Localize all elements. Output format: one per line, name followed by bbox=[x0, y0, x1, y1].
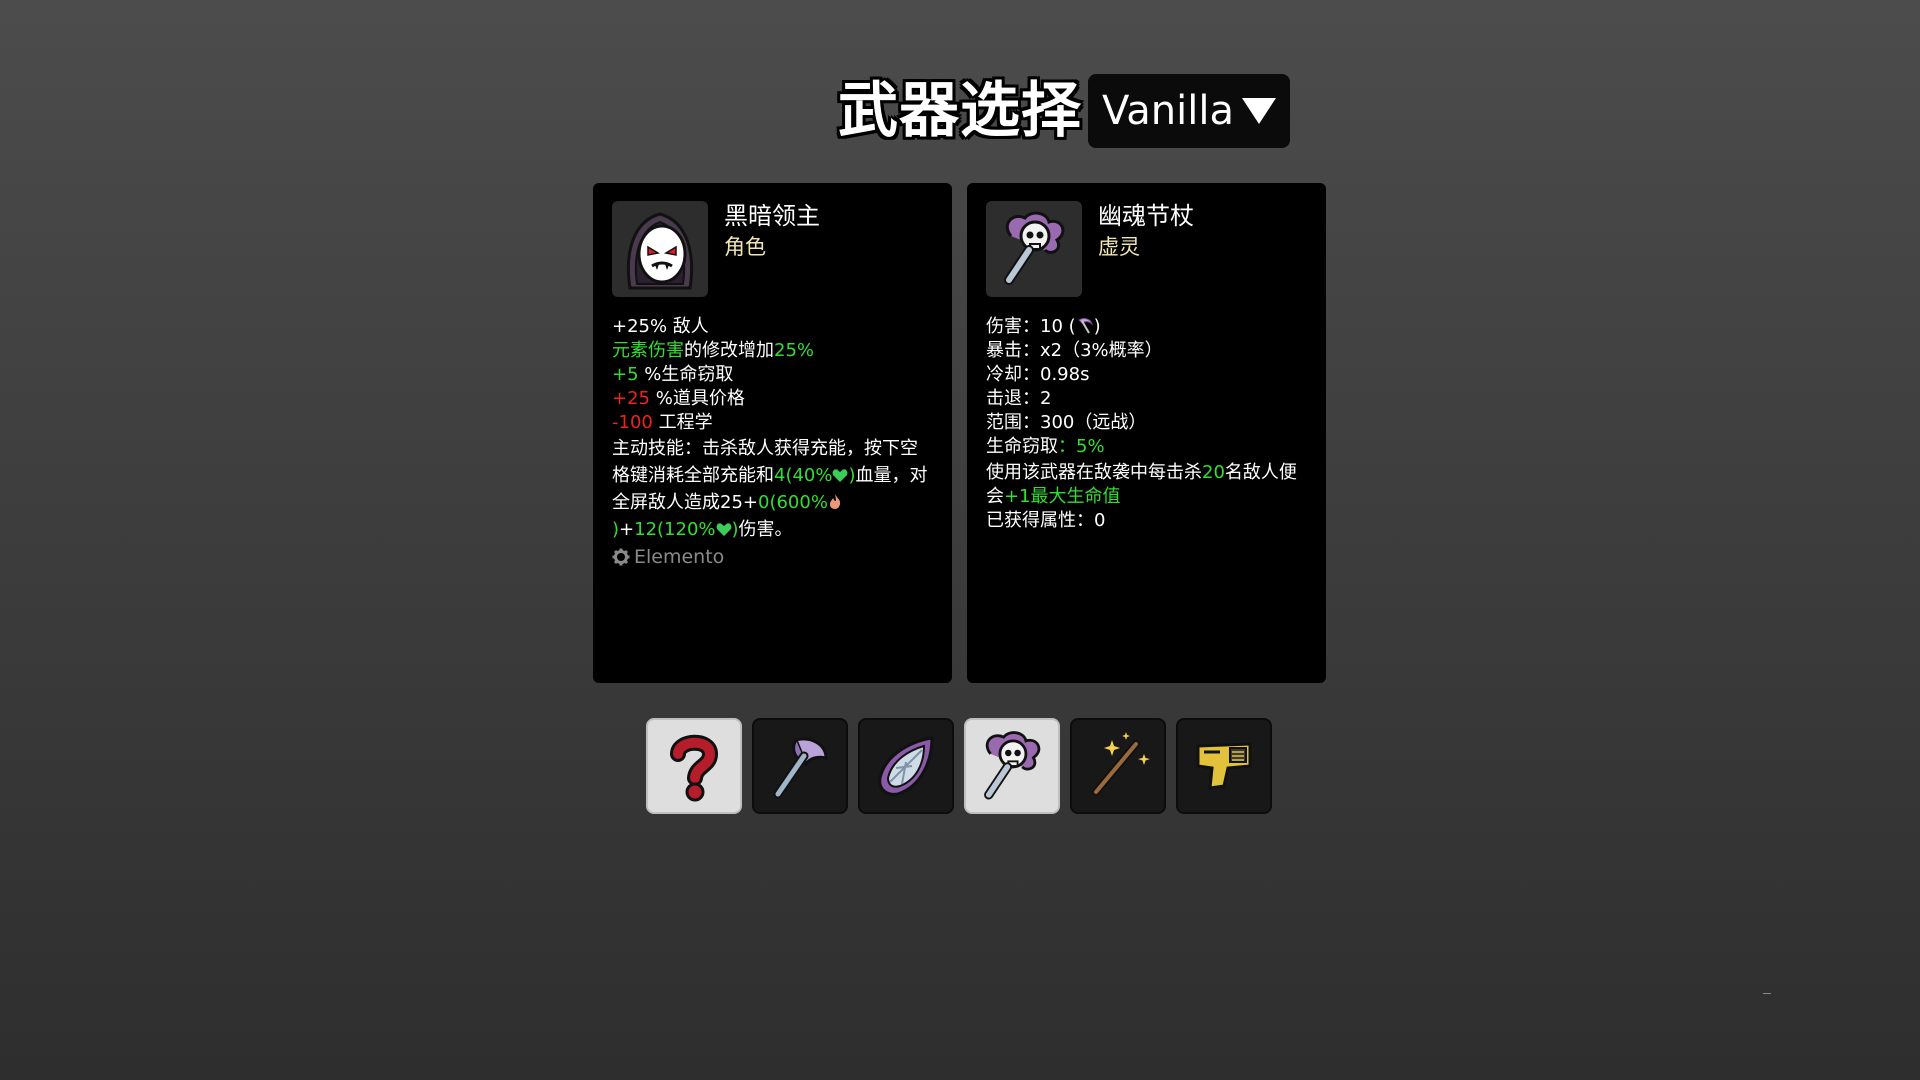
effect-value: +1最大生命值 bbox=[1004, 486, 1121, 507]
skill-text: + bbox=[619, 519, 635, 540]
weapon-header: 幽魂节杖 虚灵 bbox=[986, 201, 1307, 297]
stat-label: 范围 bbox=[986, 412, 1022, 433]
stat-line: +25 %道具价格 bbox=[612, 387, 933, 411]
weapon-type: 虚灵 bbox=[1098, 235, 1140, 259]
active-skill-description: 主动技能：击杀敌人获得充能，按下空格键消耗全部充能和4(40%)血量，对全屏敌人… bbox=[612, 435, 933, 543]
stat-line: -100 工程学 bbox=[612, 411, 933, 435]
stat-value: ：300（远战） bbox=[1022, 412, 1147, 433]
mod-source: Elemento bbox=[612, 545, 933, 569]
header: 武器选择 Vanilla bbox=[838, 74, 1290, 148]
dark-lord-icon bbox=[626, 212, 694, 290]
stat-text: +25% 敌人 bbox=[612, 316, 709, 337]
stat-line: +5 %生命窃取 bbox=[612, 363, 933, 387]
effect-value: 20 bbox=[1202, 462, 1225, 483]
scythe-icon bbox=[1077, 318, 1093, 334]
weapon-slot-bar bbox=[646, 718, 1282, 814]
crystal-shard-icon bbox=[878, 736, 934, 796]
stat-label: 击退 bbox=[986, 388, 1022, 409]
stat-value: +5 bbox=[612, 364, 639, 385]
axe-icon bbox=[773, 737, 828, 799]
character-name: 黑暗领主 bbox=[724, 202, 820, 230]
weapon-portrait bbox=[986, 201, 1082, 297]
taser-icon bbox=[1196, 742, 1252, 790]
stat-value: ：2 bbox=[1022, 388, 1052, 409]
question-mark-icon bbox=[670, 734, 719, 802]
stat-cooldown: 冷却：0.98s bbox=[986, 363, 1307, 387]
weapon-slot-crystal[interactable] bbox=[858, 718, 954, 814]
stat-label: 冷却 bbox=[986, 364, 1022, 385]
weapon-slot-ghost-scepter[interactable] bbox=[964, 718, 1060, 814]
skill-text: 伤害。 bbox=[738, 519, 793, 540]
stat-value: -100 bbox=[612, 412, 653, 433]
weapon-set-dropdown[interactable]: Vanilla bbox=[1088, 74, 1290, 148]
stat-value: 5% bbox=[1076, 436, 1105, 457]
character-stats: +25% 敌人 元素伤害的修改增加25% +5 %生命窃取 +25 %道具价格 … bbox=[612, 315, 933, 569]
stat-value: +25 bbox=[612, 388, 650, 409]
stat-lifesteal: 生命窃取：5% bbox=[986, 435, 1307, 459]
stat-crit: 暴击：x2（3%概率） bbox=[986, 339, 1307, 363]
stat-label: 伤害 bbox=[986, 316, 1022, 337]
effect-text: 使用该武器在敌袭中每击杀 bbox=[986, 462, 1202, 483]
gear-icon bbox=[612, 548, 630, 566]
ghost-scepter-icon bbox=[1004, 211, 1065, 285]
stat-value: ：x2（3%概率） bbox=[1022, 340, 1163, 361]
character-info-panel: 黑暗领主 角色 +25% 敌人 元素伤害的修改增加25% +5 %生命窃取 +2… bbox=[593, 183, 952, 683]
ghost-scepter-icon bbox=[984, 731, 1041, 800]
skill-value: ) bbox=[731, 519, 739, 540]
gained-stats: 已获得属性：0 bbox=[986, 510, 1106, 531]
stat-text: 工程学 bbox=[652, 412, 713, 433]
stat-separator: ： bbox=[1058, 436, 1076, 457]
character-type: 角色 bbox=[724, 235, 766, 259]
skill-value: 4(40% bbox=[774, 465, 833, 486]
skill-value: 12(120% bbox=[634, 519, 716, 540]
stat-text: %道具价格 bbox=[650, 388, 745, 409]
character-portrait bbox=[612, 201, 708, 297]
corner-mark bbox=[1763, 993, 1771, 994]
fire-icon bbox=[829, 494, 841, 509]
stat-text: 的修改增加 bbox=[684, 340, 774, 361]
stat-label: 暴击 bbox=[986, 340, 1022, 361]
stat-text: %生命窃取 bbox=[638, 364, 734, 385]
heart-icon bbox=[716, 523, 731, 536]
magic-wand-icon bbox=[1092, 732, 1150, 796]
weapon-slot-axe[interactable] bbox=[752, 718, 848, 814]
triangle-down-icon bbox=[1241, 98, 1276, 124]
weapon-name: 幽魂节杖 bbox=[1098, 202, 1194, 230]
stat-line: +25% 敌人 bbox=[612, 315, 933, 339]
heart-icon bbox=[833, 469, 848, 482]
skill-value: 0(600% bbox=[758, 492, 828, 513]
weapon-slot-taser[interactable] bbox=[1176, 718, 1272, 814]
stat-knockback: 击退：2 bbox=[986, 387, 1307, 411]
stat-highlight: 元素伤害 bbox=[612, 340, 684, 361]
stat-value: ) bbox=[1093, 316, 1101, 337]
dropdown-value: Vanilla bbox=[1102, 88, 1234, 134]
page-title: 武器选择 bbox=[838, 76, 1082, 146]
stat-label: 生命窃取 bbox=[986, 436, 1058, 457]
stat-value: 25% bbox=[774, 340, 815, 361]
weapon-slot-wand[interactable] bbox=[1070, 718, 1166, 814]
mod-name: Elemento bbox=[634, 546, 725, 568]
weapon-stats: 伤害：10 () 暴击：x2（3%概率） 冷却：0.98s 击退：2 范围：30… bbox=[986, 315, 1307, 533]
stat-damage: 伤害：10 () bbox=[986, 315, 1307, 339]
stat-line: 元素伤害的修改增加25% bbox=[612, 339, 933, 363]
skill-value: ) bbox=[848, 465, 856, 486]
stat-value: ：0.98s bbox=[1022, 364, 1090, 385]
stat-value: ：10 ( bbox=[1022, 316, 1076, 337]
weapon-effect: 使用该武器在敌袭中每击杀20名敌人便会+1最大生命值 bbox=[986, 461, 1307, 509]
character-header: 黑暗领主 角色 bbox=[612, 201, 933, 297]
skill-value: ) bbox=[612, 519, 620, 540]
stat-range: 范围：300（远战） bbox=[986, 411, 1307, 435]
weapon-slot-random[interactable] bbox=[646, 718, 742, 814]
weapon-info-panel: 幽魂节杖 虚灵 伤害：10 () 暴击：x2（3%概率） 冷却：0.98s 击退… bbox=[967, 183, 1326, 683]
